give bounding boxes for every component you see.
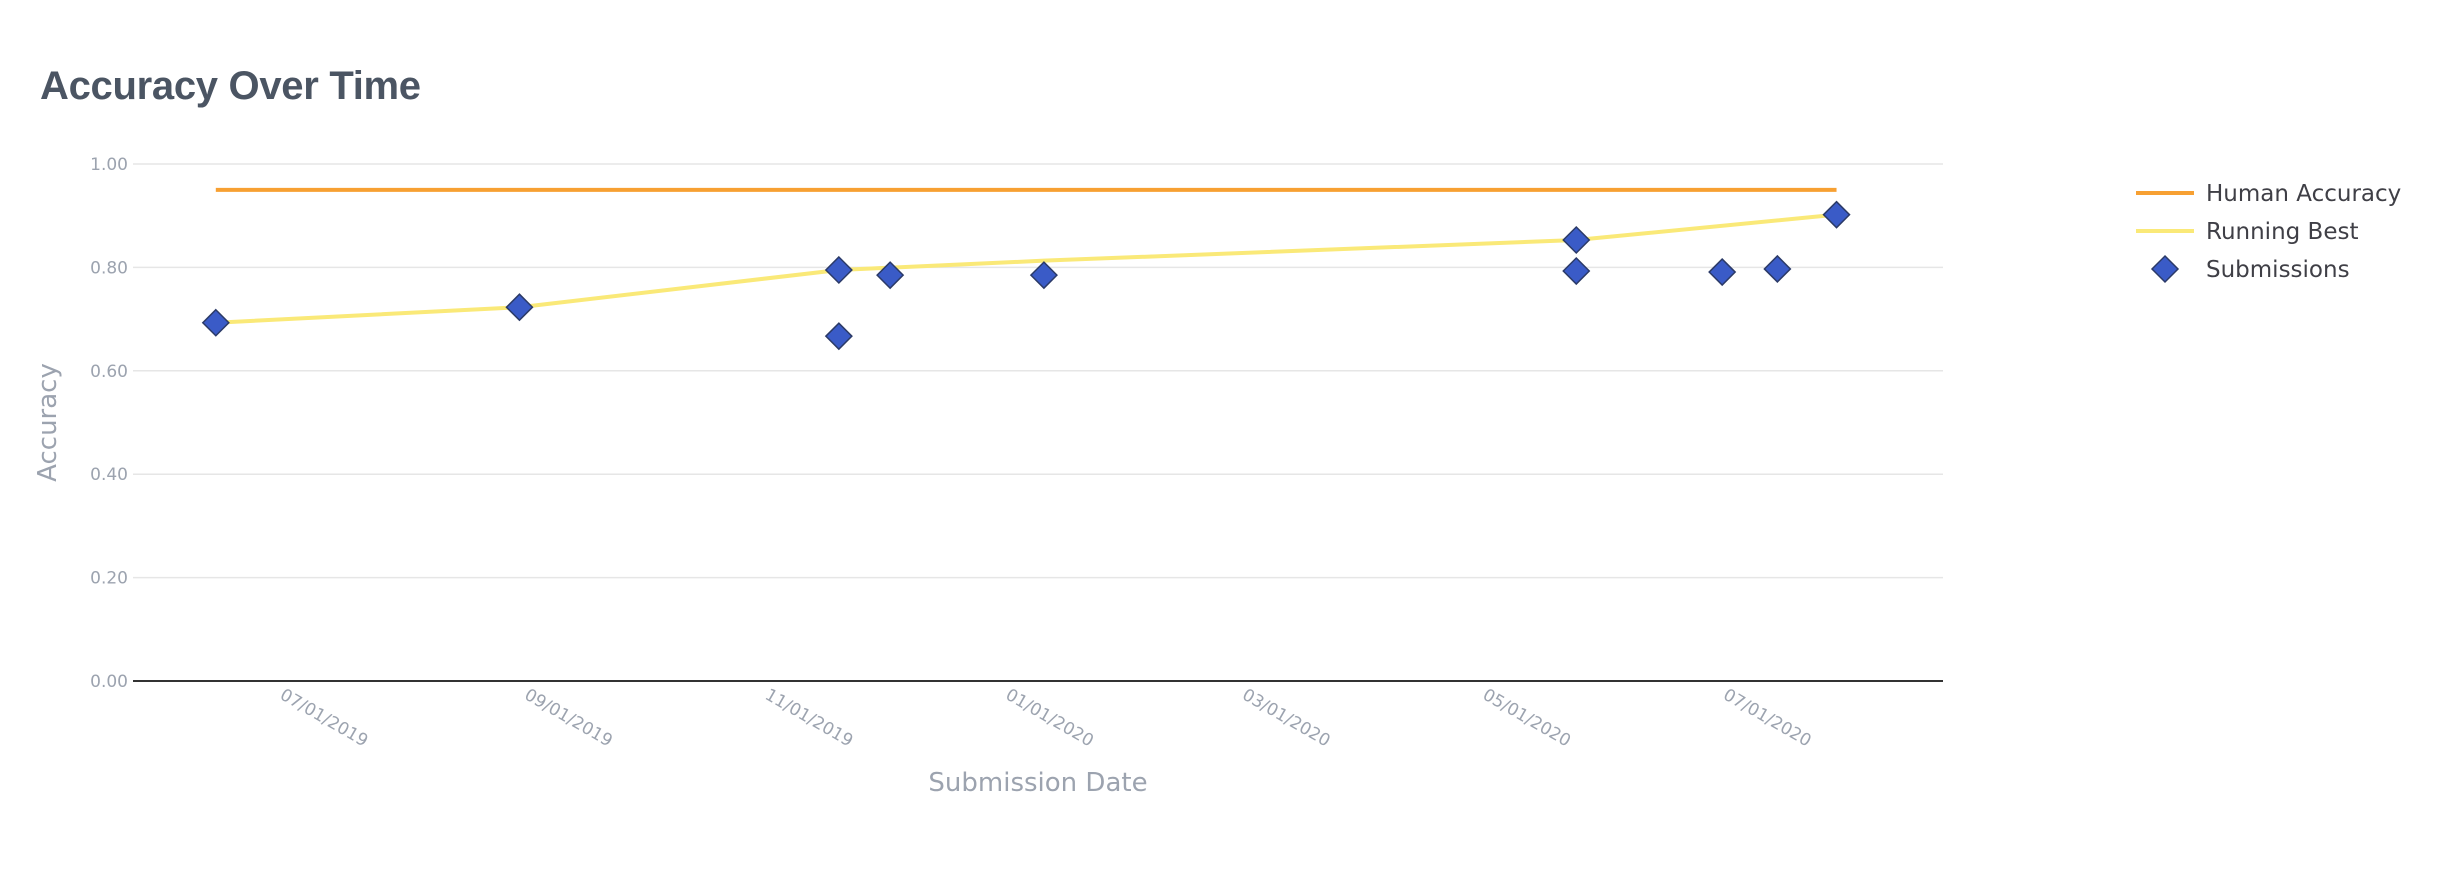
legend: Human Accuracy Running Best Submissions: [2136, 181, 2401, 284]
submissions-point: [1708, 257, 1737, 287]
legend-item-running-best: Running Best: [2136, 219, 2359, 245]
legend-label-running-best: Running Best: [2206, 219, 2359, 245]
y-tick-label: 0.80: [90, 258, 128, 278]
submissions-point: [1763, 254, 1792, 284]
submissions-point: [505, 293, 534, 322]
submissions-point: [1562, 225, 1591, 255]
series: [201, 187, 1851, 351]
submissions-point: [1029, 261, 1058, 290]
x-tick-label: 07/01/2020: [1720, 685, 1815, 751]
accuracy-chart: 0.00 0.20 0.40 0.60 0.80 1.00 Accuracy 07/01/2…: [33, 155, 2401, 798]
legend-item-submissions: Submissions: [2150, 254, 2350, 284]
submissions-point: [1562, 256, 1591, 286]
y-tick-label: 0.20: [90, 569, 128, 589]
legend-label-human-accuracy: Human Accuracy: [2206, 181, 2401, 207]
x-tick-label: 05/01/2020: [1479, 685, 1574, 751]
x-tick-label: 11/01/2019: [761, 685, 856, 751]
submissions-point: [201, 308, 230, 337]
y-axis: 0.00 0.20 0.40 0.60 0.80 1.00 Accuracy: [33, 155, 128, 692]
x-tick-label: 07/01/2019: [276, 685, 371, 751]
x-tick-label: 03/01/2020: [1239, 685, 1334, 751]
x-axis-title: Submission Date: [928, 768, 1147, 798]
y-tick-label: 0.40: [90, 465, 128, 485]
x-tick-label: 01/01/2020: [1002, 685, 1097, 751]
x-axis: 07/01/2019 09/01/2019 11/01/2019 01/01/2020…: [133, 680, 1943, 798]
running-best-line: [215, 212, 1837, 325]
gridlines: [133, 163, 1943, 579]
y-tick-label: 0.60: [90, 362, 128, 382]
submissions-point: [1822, 200, 1851, 229]
y-tick-label: 0.00: [90, 672, 128, 692]
submissions-point: [824, 255, 853, 285]
y-tick-label: 1.00: [90, 155, 128, 175]
legend-label-submissions: Submissions: [2206, 257, 2350, 283]
x-tick-label: 09/01/2019: [521, 685, 616, 751]
legend-swatch-submissions: [2150, 254, 2180, 284]
submissions-point: [824, 322, 853, 351]
y-axis-title: Accuracy: [33, 363, 63, 482]
legend-item-human-accuracy: Human Accuracy: [2136, 181, 2401, 207]
